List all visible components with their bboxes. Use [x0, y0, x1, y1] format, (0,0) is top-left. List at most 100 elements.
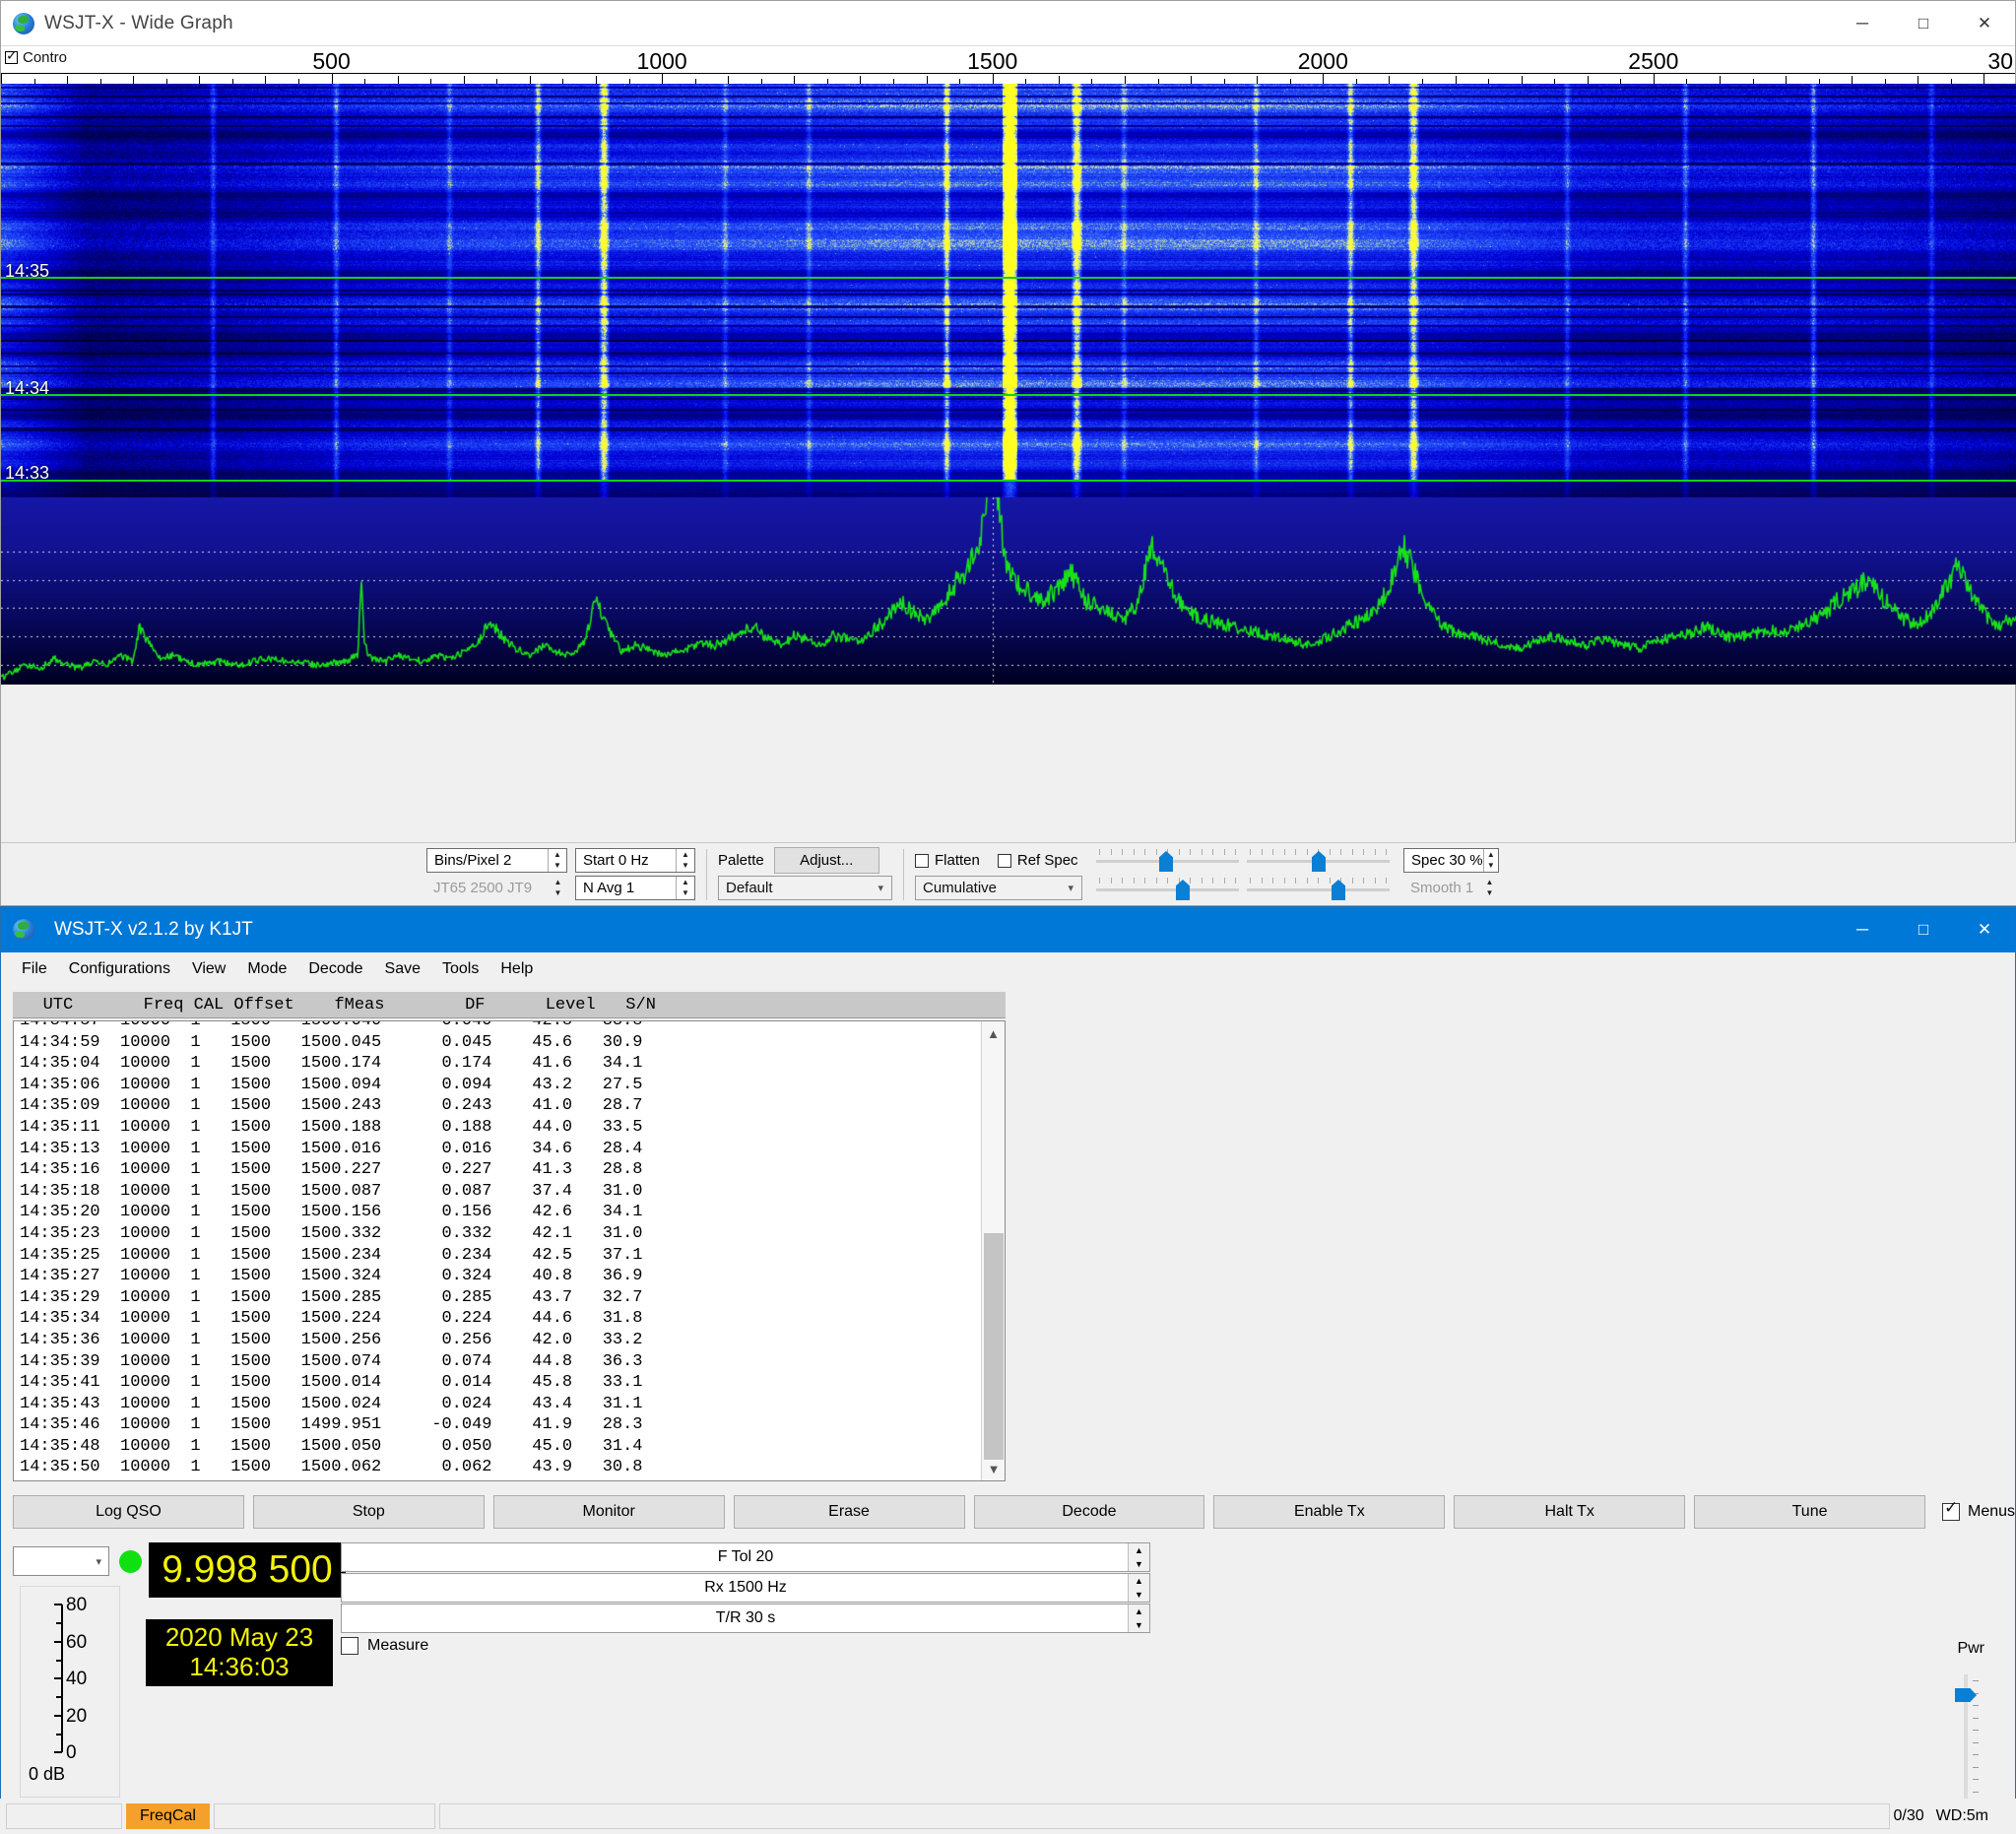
f-tol-spinbox[interactable]: F Tol 20 ▲ ▼	[341, 1542, 1150, 1572]
table-row[interactable]: 14:35:04 10000 1 1500 1500.174 0.174 41.…	[20, 1053, 643, 1075]
f-tol-stepper[interactable]: ▲ ▼	[1128, 1543, 1149, 1571]
scroll-down-icon[interactable]: ▼	[982, 1457, 1006, 1480]
table-row[interactable]: 14:35:41 10000 1 1500 1500.014 0.014 45.…	[20, 1372, 643, 1394]
stepper-up-icon[interactable]: ▲	[677, 877, 694, 888]
log-qso-button[interactable]: Log QSO	[13, 1495, 244, 1529]
stepper-down-icon[interactable]: ▼	[1129, 1588, 1149, 1602]
jt-range-stepper[interactable]: ▲ ▼	[549, 877, 567, 899]
scroll-up-icon[interactable]: ▲	[982, 1021, 1005, 1045]
stepper-down-icon[interactable]: ▼	[549, 861, 566, 873]
table-row[interactable]: 14:35:20 10000 1 1500 1500.156 0.156 42.…	[20, 1202, 643, 1223]
maximize-icon[interactable]: □	[1893, 1, 1954, 46]
table-row[interactable]: 14:35:06 10000 1 1500 1500.094 0.094 43.…	[20, 1075, 643, 1096]
waterfall-display[interactable]: 14:35 14:34 14:33	[1, 84, 2016, 497]
stepper-up-icon[interactable]: ▲	[1480, 877, 1499, 888]
menu-item-view[interactable]: View	[181, 956, 236, 982]
chevron-down-icon[interactable]: ▾	[878, 882, 883, 894]
cumulative-select[interactable]: Cumulative ▾	[915, 876, 1082, 900]
stepper-up-icon[interactable]: ▲	[1129, 1605, 1149, 1618]
table-row[interactable]: 14:35:13 10000 1 1500 1500.016 0.016 34.…	[20, 1139, 643, 1160]
stepper-up-icon[interactable]: ▲	[1484, 849, 1498, 861]
gain-slider-top-right[interactable]	[1247, 847, 1390, 873]
stepper-up-icon[interactable]: ▲	[549, 877, 567, 888]
palette-select[interactable]: Default ▾	[718, 876, 892, 900]
table-row[interactable]: 14:35:16 10000 1 1500 1500.227 0.227 41.…	[20, 1159, 643, 1181]
table-row[interactable]: 14:35:09 10000 1 1500 1500.243 0.243 41.…	[20, 1095, 643, 1117]
menu-item-decode[interactable]: Decode	[297, 956, 373, 982]
table-row[interactable]: 14:35:23 10000 1 1500 1500.332 0.332 42.…	[20, 1223, 643, 1245]
checkbox-icon[interactable]	[5, 51, 18, 64]
stepper-up-icon[interactable]: ▲	[677, 849, 694, 861]
tune-button[interactable]: Tune	[1694, 1495, 1925, 1529]
spectrum-canvas[interactable]	[1, 497, 2016, 685]
stepper-down-icon[interactable]: ▼	[677, 861, 694, 873]
table-row[interactable]: 14:35:27 10000 1 1500 1500.324 0.324 40.…	[20, 1266, 643, 1287]
stepper-down-icon[interactable]: ▼	[1129, 1618, 1149, 1632]
tr-period-stepper[interactable]: ▲ ▼	[1128, 1605, 1149, 1632]
stepper-down-icon[interactable]: ▼	[1480, 888, 1499, 900]
zero-slider-bottom-left[interactable]	[1096, 876, 1239, 901]
decode-table[interactable]: 14:34:57 10000 1 1500 1500.040 0.040 42.…	[13, 1020, 1006, 1481]
adjust-button[interactable]: Adjust...	[774, 847, 879, 874]
stepper-down-icon[interactable]: ▼	[1484, 861, 1498, 873]
scrollbar-thumb[interactable]	[984, 1233, 1004, 1460]
menu-item-configurations[interactable]: Configurations	[58, 956, 181, 982]
stepper-down-icon[interactable]: ▼	[1129, 1557, 1149, 1571]
rx-frequency-stepper[interactable]: ▲ ▼	[1128, 1574, 1149, 1602]
table-row[interactable]: 14:35:34 10000 1 1500 1500.224 0.224 44.…	[20, 1308, 643, 1330]
table-row[interactable]: 14:35:11 10000 1 1500 1500.188 0.188 44.…	[20, 1117, 643, 1139]
waterfall-canvas[interactable]	[1, 84, 2016, 497]
checkbox-icon[interactable]	[998, 854, 1011, 868]
jt-range-spinbox[interactable]: JT65 2500 JT9 ▲ ▼	[426, 876, 567, 900]
spec-percent-stepper[interactable]: ▲ ▼	[1483, 849, 1498, 872]
close-icon[interactable]: ✕	[1954, 907, 2015, 952]
n-avg-stepper[interactable]: ▲ ▼	[676, 877, 694, 899]
frequency-axis[interactable]: Contro 500100015002000250030	[1, 46, 2015, 84]
table-row[interactable]: 14:35:39 10000 1 1500 1500.074 0.074 44.…	[20, 1351, 643, 1373]
stepper-up-icon[interactable]: ▲	[549, 849, 566, 861]
minimize-icon[interactable]: ─	[1832, 1, 1893, 46]
start-hz-stepper[interactable]: ▲ ▼	[676, 849, 694, 872]
menus-checkbox[interactable]: ✓Menus	[1942, 1503, 2015, 1521]
decode-table-scrollbar[interactable]: ▲ ▼	[981, 1021, 1005, 1480]
decode-button[interactable]: Decode	[974, 1495, 1205, 1529]
stepper-up-icon[interactable]: ▲	[1129, 1543, 1149, 1557]
chevron-down-icon[interactable]: ▾	[96, 1555, 101, 1568]
checkbox-icon[interactable]	[341, 1637, 358, 1655]
table-row[interactable]: 14:35:46 10000 1 1500 1499.951 -0.049 41…	[20, 1414, 643, 1436]
halt-tx-button[interactable]: Halt Tx	[1454, 1495, 1685, 1529]
enable-tx-button[interactable]: Enable Tx	[1213, 1495, 1445, 1529]
checkbox-icon[interactable]: ✓	[1942, 1503, 1960, 1521]
start-hz-spinbox[interactable]: Start 0 Hz ▲ ▼	[575, 848, 695, 873]
table-row[interactable]: 14:35:18 10000 1 1500 1500.087 0.087 37.…	[20, 1181, 643, 1203]
rx-frequency-spinbox[interactable]: Rx 1500 Hz ▲ ▼	[341, 1573, 1150, 1603]
stepper-up-icon[interactable]: ▲	[1129, 1574, 1149, 1588]
table-row[interactable]: 14:34:57 10000 1 1500 1500.040 0.040 42.…	[20, 1020, 643, 1032]
flatten-checkbox[interactable]: Flatten	[915, 852, 980, 869]
spec-percent-spinbox[interactable]: Spec 30 % ▲ ▼	[1403, 848, 1499, 873]
stepper-down-icon[interactable]: ▼	[549, 888, 567, 900]
wide-graph-control-checkbox[interactable]: Contro	[5, 49, 67, 66]
table-row[interactable]: 14:35:36 10000 1 1500 1500.256 0.256 42.…	[20, 1330, 643, 1351]
configuration-select[interactable]: ▾	[13, 1546, 109, 1576]
smooth-spinbox[interactable]: Smooth 1 ▲ ▼	[1403, 876, 1499, 900]
gain-slider-top-left[interactable]	[1096, 847, 1239, 873]
n-avg-spinbox[interactable]: N Avg 1 ▲ ▼	[575, 876, 695, 900]
close-icon[interactable]: ✕	[1954, 1, 2015, 46]
stop-button[interactable]: Stop	[253, 1495, 485, 1529]
tr-period-spinbox[interactable]: T/R 30 s ▲ ▼	[341, 1604, 1150, 1633]
bins-per-pixel-spinbox[interactable]: Bins/Pixel 2 ▲ ▼	[426, 848, 567, 873]
table-row[interactable]: 14:35:48 10000 1 1500 1500.050 0.050 45.…	[20, 1436, 643, 1458]
minimize-icon[interactable]: ─	[1832, 907, 1893, 952]
menu-item-mode[interactable]: Mode	[236, 956, 297, 982]
ref-spec-checkbox[interactable]: Ref Spec	[998, 852, 1078, 869]
menu-item-file[interactable]: File	[11, 956, 58, 982]
zero-slider-bottom-right[interactable]	[1247, 876, 1390, 901]
menu-item-save[interactable]: Save	[374, 956, 431, 982]
table-row[interactable]: 14:35:43 10000 1 1500 1500.024 0.024 43.…	[20, 1394, 643, 1415]
table-row[interactable]: 14:35:25 10000 1 1500 1500.234 0.234 42.…	[20, 1245, 643, 1267]
table-row[interactable]: 14:34:59 10000 1 1500 1500.045 0.045 45.…	[20, 1032, 643, 1054]
table-row[interactable]: 14:35:50 10000 1 1500 1500.062 0.062 43.…	[20, 1457, 643, 1478]
measure-checkbox[interactable]: Measure	[341, 1637, 428, 1655]
menu-item-tools[interactable]: Tools	[431, 956, 489, 982]
